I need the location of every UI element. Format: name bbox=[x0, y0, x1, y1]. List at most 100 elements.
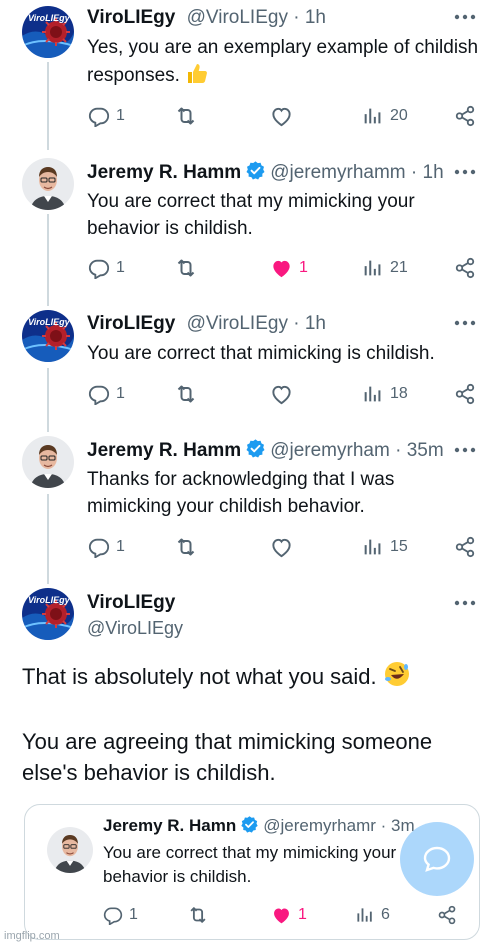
thumbs-up-emoji bbox=[188, 64, 208, 83]
share-button[interactable] bbox=[454, 380, 476, 408]
tweet-text-content: Yes, you are an exemplary example of chi… bbox=[87, 37, 479, 86]
retweet-button[interactable] bbox=[174, 380, 198, 408]
timestamp[interactable]: 1h bbox=[305, 313, 326, 334]
share-icon bbox=[454, 257, 476, 279]
retweet-icon bbox=[174, 256, 198, 280]
view-count: 20 bbox=[390, 107, 408, 124]
avatar[interactable] bbox=[22, 310, 74, 362]
avatar[interactable] bbox=[47, 827, 93, 873]
reply-count: 1 bbox=[116, 538, 125, 555]
like-button[interactable] bbox=[270, 102, 299, 130]
author-handle[interactable]: @ViroLIEgy bbox=[187, 7, 288, 28]
heart-filled-icon bbox=[271, 905, 292, 926]
rolling-laughing-emoji bbox=[384, 662, 409, 686]
tweet[interactable]: Jeremy R. Hamm @jeremyrham · 35m Thanks f… bbox=[0, 428, 500, 578]
separator-dot: · bbox=[287, 313, 305, 334]
retweet-icon bbox=[174, 104, 198, 128]
watermark: imgflip.com bbox=[4, 930, 60, 942]
author-name[interactable]: Jeremy R. Hamm bbox=[87, 162, 241, 183]
like-button[interactable]: 1 bbox=[270, 254, 308, 282]
action-bar: 1 15 bbox=[0, 533, 500, 561]
retweet-button[interactable] bbox=[174, 254, 198, 282]
separator-dot: · bbox=[375, 816, 392, 835]
views-button[interactable]: 15 bbox=[362, 533, 408, 561]
avatar[interactable] bbox=[22, 588, 74, 640]
tweet-text: Yes, you are an exemplary example of chi… bbox=[87, 34, 480, 89]
tweet-paragraph: You are agreeing that mimicking someone … bbox=[22, 729, 433, 785]
action-bar: 1 1 6 bbox=[25, 901, 480, 929]
reply-button[interactable]: 1 bbox=[88, 380, 125, 408]
tweet[interactable]: Jeremy R. Hamm @jeremyrhamm · 1h You are … bbox=[0, 150, 500, 296]
more-icon[interactable] bbox=[454, 14, 476, 20]
view-count: 18 bbox=[390, 385, 408, 402]
views-button[interactable]: 6 bbox=[355, 901, 390, 929]
reply-button[interactable]: 1 bbox=[103, 901, 138, 929]
verified-badge-icon bbox=[240, 815, 259, 834]
tweet-text: You are correct that mimicking is childi… bbox=[87, 343, 435, 364]
separator-dot: · bbox=[389, 440, 407, 461]
timestamp[interactable]: 1h bbox=[305, 7, 326, 28]
share-icon bbox=[437, 905, 457, 925]
share-button[interactable] bbox=[437, 901, 457, 929]
retweet-button[interactable] bbox=[187, 901, 209, 929]
author-handle[interactable]: @jeremyrhamr bbox=[263, 816, 376, 835]
views-button[interactable]: 21 bbox=[362, 254, 408, 282]
tweet-paragraph: That is absolutely not what you said. bbox=[22, 664, 377, 689]
like-button[interactable] bbox=[270, 533, 299, 561]
share-button[interactable] bbox=[454, 102, 476, 130]
views-button[interactable]: 20 bbox=[362, 102, 408, 130]
views-icon bbox=[362, 383, 384, 405]
retweet-icon bbox=[174, 382, 198, 406]
reply-icon bbox=[88, 105, 110, 127]
author-name[interactable]: Jeremy R. Hamn bbox=[103, 816, 236, 835]
tweet[interactable]: ViroLIEgy @ViroLIEgy · 1h You are correc… bbox=[0, 304, 500, 428]
share-button[interactable] bbox=[454, 254, 476, 282]
reply-count: 1 bbox=[116, 385, 125, 402]
view-count: 21 bbox=[390, 259, 408, 276]
author-handle[interactable]: @ViroLIEgy bbox=[187, 313, 288, 334]
timestamp[interactable]: 35m bbox=[407, 440, 444, 461]
avatar[interactable] bbox=[22, 158, 74, 210]
author-name[interactable]: ViroLIEgy bbox=[87, 7, 175, 28]
views-icon bbox=[362, 536, 384, 558]
reply-icon bbox=[88, 536, 110, 558]
more-icon[interactable] bbox=[454, 600, 476, 606]
share-button[interactable] bbox=[454, 533, 476, 561]
reply-button[interactable]: 1 bbox=[88, 102, 125, 130]
views-icon bbox=[362, 257, 384, 279]
author-name[interactable]: ViroLIEgy bbox=[87, 592, 175, 614]
author-handle[interactable]: @jeremyrham bbox=[270, 440, 390, 461]
avatar[interactable] bbox=[22, 436, 74, 488]
tweet[interactable]: ViroLIEgy @ViroLIEgy · 1h Yes, you are a… bbox=[0, 0, 500, 140]
author-handle[interactable]: @ViroLIEgy bbox=[87, 618, 183, 639]
view-count: 6 bbox=[381, 906, 390, 923]
like-count: 1 bbox=[299, 259, 308, 276]
author-handle[interactable]: @jeremyrhamm bbox=[270, 162, 405, 183]
reply-button[interactable]: 1 bbox=[88, 533, 125, 561]
verified-badge-icon bbox=[245, 438, 266, 459]
compose-button[interactable] bbox=[400, 822, 474, 896]
retweet-button[interactable] bbox=[174, 533, 198, 561]
tweet-text: You are correct that my mimicking your b… bbox=[87, 191, 415, 239]
views-button[interactable]: 18 bbox=[362, 380, 408, 408]
reply-button[interactable]: 1 bbox=[88, 254, 125, 282]
like-button[interactable] bbox=[270, 380, 299, 408]
compose-bubble-icon bbox=[423, 846, 451, 872]
more-icon[interactable] bbox=[454, 447, 476, 453]
tweet-text: Thanks for acknowledging that I was mimi… bbox=[87, 469, 395, 517]
like-button[interactable]: 1 bbox=[271, 901, 307, 929]
share-icon bbox=[454, 383, 476, 405]
share-icon bbox=[454, 105, 476, 127]
author-name[interactable]: ViroLIEgy bbox=[87, 313, 175, 334]
retweet-button[interactable] bbox=[174, 102, 198, 130]
tweet-text: That is absolutely not what you said. bbox=[22, 660, 480, 692]
action-bar: 1 18 bbox=[0, 380, 500, 408]
heart-icon bbox=[270, 383, 293, 406]
avatar[interactable] bbox=[22, 6, 74, 58]
more-icon[interactable] bbox=[454, 320, 476, 326]
timestamp[interactable]: 1h bbox=[423, 162, 444, 183]
reply-icon bbox=[103, 905, 123, 925]
more-icon[interactable] bbox=[454, 169, 476, 175]
author-name[interactable]: Jeremy R. Hamm bbox=[87, 440, 241, 461]
reply-count: 1 bbox=[116, 259, 125, 276]
